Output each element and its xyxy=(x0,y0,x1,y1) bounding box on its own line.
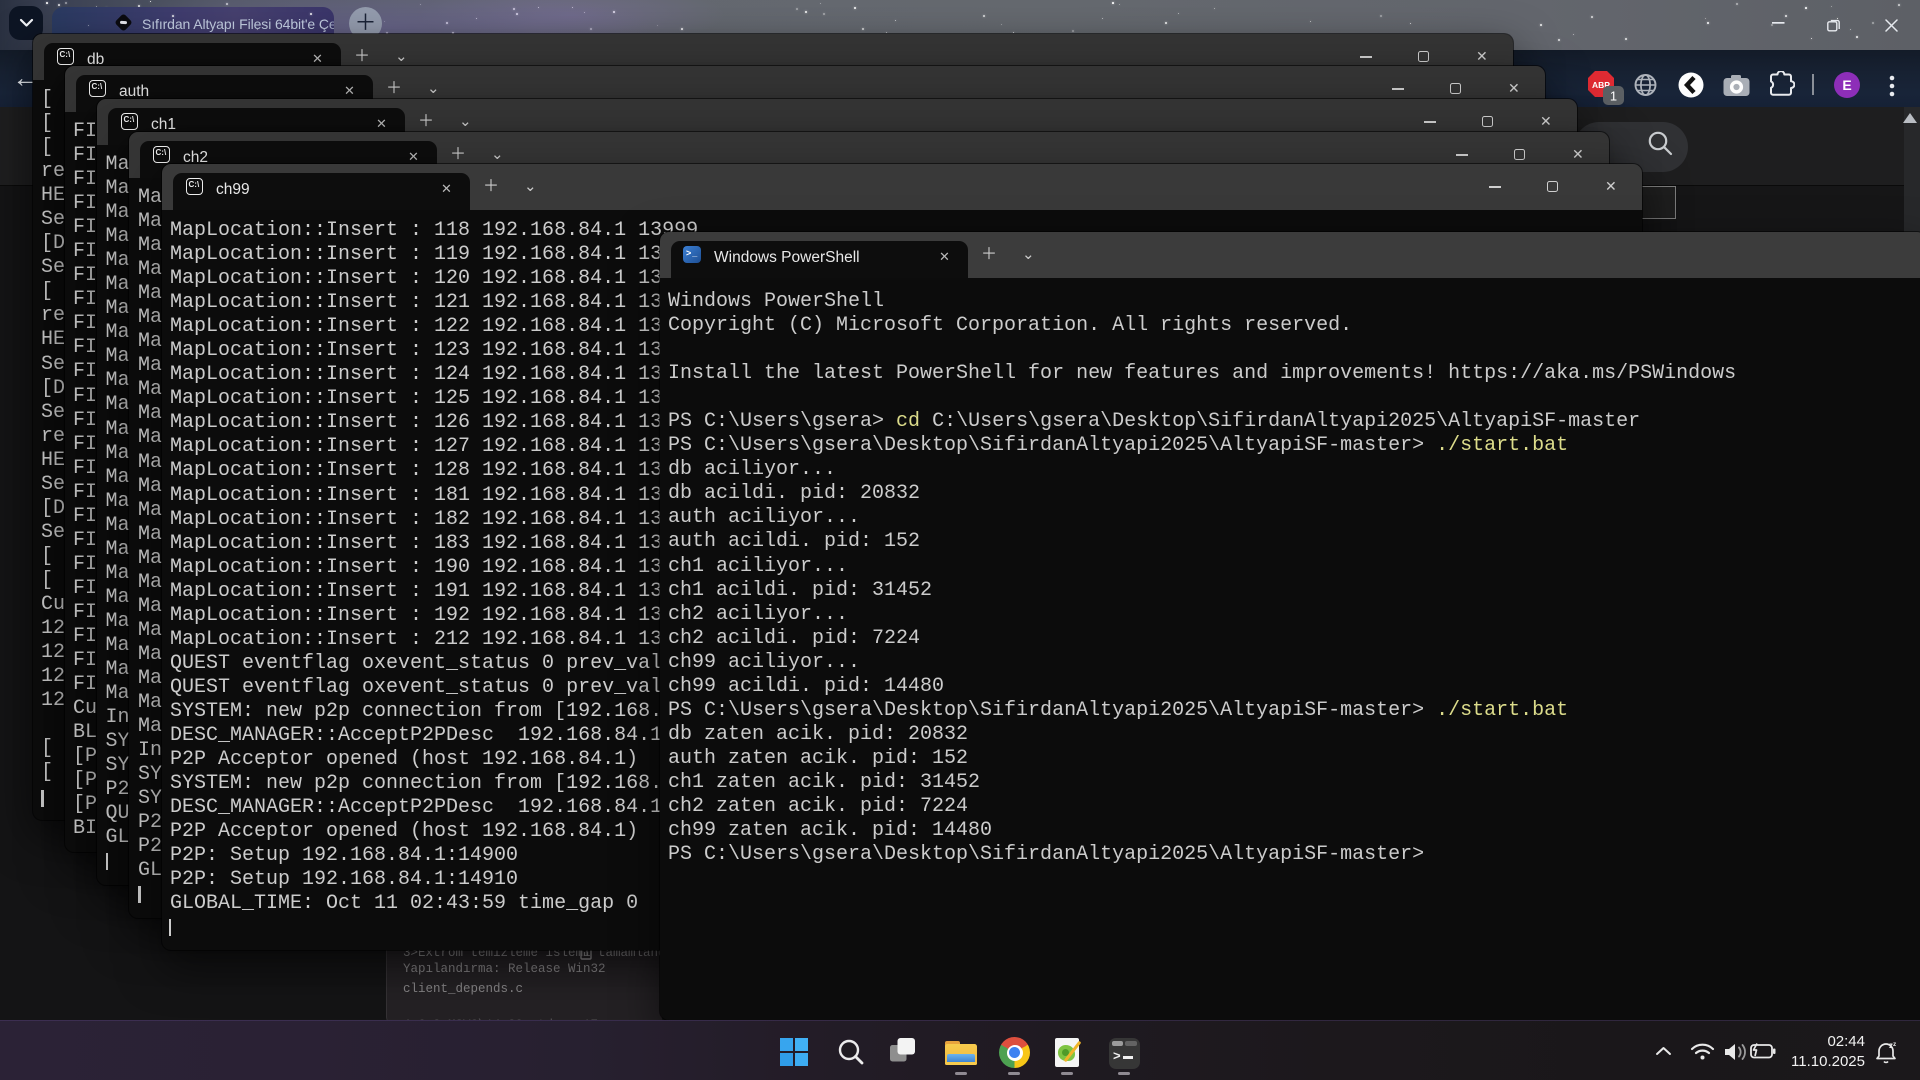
svg-text:1: 1 xyxy=(1610,89,1617,104)
svg-text:z: z xyxy=(1893,1041,1897,1048)
